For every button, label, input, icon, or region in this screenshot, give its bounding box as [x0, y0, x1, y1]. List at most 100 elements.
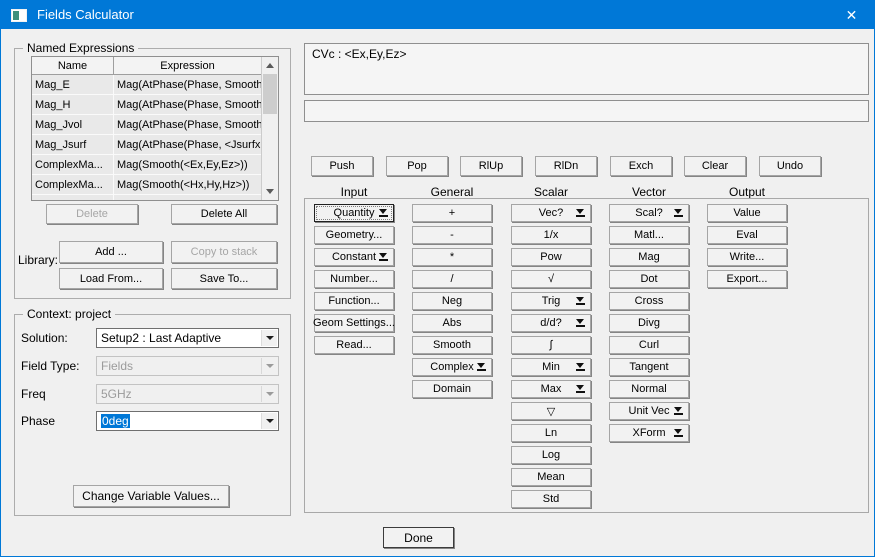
dropdown-icon [477, 363, 486, 371]
write-button[interactable]: Write... [707, 248, 787, 266]
read-button[interactable]: Read... [314, 336, 394, 354]
table-scrollbar[interactable] [261, 57, 278, 200]
constant-button[interactable]: Constant [314, 248, 394, 266]
field-type-label: Field Type: [21, 359, 79, 373]
neg-button[interactable]: Neg [412, 292, 492, 310]
chevron-down-icon[interactable] [261, 413, 277, 429]
table-row[interactable]: Mag_H Mag(AtPhase(Phase, Smooth(<Hx,H... [32, 95, 278, 115]
undo-button[interactable]: Undo [759, 156, 821, 176]
scal-question-button[interactable]: Scal? [609, 204, 689, 222]
named-expressions-label: Named Expressions [23, 41, 138, 55]
ln-button[interactable]: Ln [511, 424, 591, 442]
export-button[interactable]: Export... [707, 270, 787, 288]
eval-button[interactable]: Eval [707, 226, 787, 244]
button-label: ▽ [547, 405, 555, 418]
matl-button[interactable]: Matl... [609, 226, 689, 244]
delete-all-button[interactable]: Delete All [171, 204, 277, 224]
derivative-button[interactable]: d/d? [511, 314, 591, 332]
pop-button[interactable]: Pop [386, 156, 448, 176]
button-label: Ln [545, 427, 557, 439]
smooth-button[interactable]: Smooth [412, 336, 492, 354]
subtract-op-button[interactable]: - [412, 226, 492, 244]
dot-button[interactable]: Dot [609, 270, 689, 288]
vector-column: Scal? Matl... Mag Dot Cross Divg Curl Ta… [609, 204, 689, 446]
button-label: Complex [430, 361, 473, 373]
solution-combobox[interactable]: Setup2 : Last Adaptive [96, 328, 279, 348]
add-button[interactable]: Add ... [59, 241, 163, 263]
value-button[interactable]: Value [707, 204, 787, 222]
phase-value: 0deg [101, 414, 130, 428]
table-row[interactable]: Mag_Jsurf Mag(AtPhase(Phase, <Jsurfx,Jsu… [32, 135, 278, 155]
table-row[interactable]: ComplexMa... Mag(Smooth(<Hx,Hy,Hz>)) [32, 175, 278, 195]
min-button[interactable]: Min [511, 358, 591, 376]
tangent-button[interactable]: Tangent [609, 358, 689, 376]
quantity-button[interactable]: Quantity [314, 204, 394, 222]
close-icon[interactable]: ✕ [829, 1, 874, 29]
table-row[interactable]: Mag_E Mag(AtPhase(Phase, Smooth(<Ex,E... [32, 75, 278, 95]
change-variable-values-button[interactable]: Change Variable Values... [73, 485, 229, 507]
chevron-down-icon[interactable] [261, 330, 277, 346]
stack-display[interactable]: CVc : <Ex,Ey,Ez> [304, 43, 869, 95]
add-op-button[interactable]: + [412, 204, 492, 222]
number-button[interactable]: Number... [314, 270, 394, 288]
button-label: Std [543, 493, 560, 505]
scroll-down-icon[interactable] [262, 184, 278, 199]
std-button[interactable]: Std [511, 490, 591, 508]
table-row[interactable]: ComplexMa... Mag(Smooth(<Ex,Ey,Ez>)) [32, 155, 278, 175]
trig-button[interactable]: Trig [511, 292, 591, 310]
clear-button[interactable]: Clear [684, 156, 746, 176]
button-label: Pow [540, 251, 561, 263]
complex-button[interactable]: Complex [412, 358, 492, 376]
button-label: Geometry... [326, 229, 383, 241]
mag-button[interactable]: Mag [609, 248, 689, 266]
table-row[interactable]: ComplexMa... Mag(Smooth(<JVx,JVy,JVz>)) [32, 195, 278, 201]
field-type-combobox: Fields [96, 356, 279, 376]
cross-button[interactable]: Cross [609, 292, 689, 310]
freq-label: Freq [21, 387, 46, 401]
pow-button[interactable]: Pow [511, 248, 591, 266]
multiply-op-button[interactable]: * [412, 248, 492, 266]
expression-name: ComplexMa... [32, 195, 114, 201]
mean-button[interactable]: Mean [511, 468, 591, 486]
rldn-button[interactable]: RlDn [535, 156, 597, 176]
one-over-x-button[interactable]: 1/x [511, 226, 591, 244]
button-label: Curl [639, 339, 659, 351]
save-to-button[interactable]: Save To... [171, 268, 277, 289]
scalar-column: Vec? 1/x Pow √ Trig d/d? ∫ Min Max [511, 204, 591, 512]
done-button[interactable]: Done [383, 527, 454, 548]
function-button[interactable]: Function... [314, 292, 394, 310]
button-label: Matl... [634, 229, 664, 241]
button-label: √ [548, 273, 554, 285]
exch-button[interactable]: Exch [610, 156, 672, 176]
divide-op-button[interactable]: / [412, 270, 492, 288]
domain-button[interactable]: Domain [412, 380, 492, 398]
log-button[interactable]: Log [511, 446, 591, 464]
rlup-button[interactable]: RlUp [460, 156, 522, 176]
scrollbar-thumb[interactable] [263, 74, 277, 114]
integral-button[interactable]: ∫ [511, 336, 591, 354]
button-label: Scal? [635, 207, 663, 219]
divg-button[interactable]: Divg [609, 314, 689, 332]
xform-button[interactable]: XForm [609, 424, 689, 442]
sqrt-button[interactable]: √ [511, 270, 591, 288]
column-header-expression: Expression [114, 57, 262, 75]
named-expressions-table[interactable]: Name Expression Mag_E Mag(AtPhase(Phase,… [31, 56, 279, 201]
scroll-up-icon[interactable] [262, 58, 278, 73]
geometry-button[interactable]: Geometry... [314, 226, 394, 244]
nabla-button[interactable]: ▽ [511, 402, 591, 420]
vec-question-button[interactable]: Vec? [511, 204, 591, 222]
app-icon [11, 9, 27, 22]
push-button[interactable]: Push [311, 156, 373, 176]
expression-text: Mag(AtPhase(Phase, Smooth(<Hx,H... [114, 95, 262, 115]
abs-button[interactable]: Abs [412, 314, 492, 332]
context-group-label: Context: project [23, 307, 115, 321]
max-button[interactable]: Max [511, 380, 591, 398]
geom-settings-button[interactable]: Geom Settings... [314, 314, 394, 332]
stack-secondary-display[interactable] [304, 100, 869, 122]
unit-vec-button[interactable]: Unit Vec [609, 402, 689, 420]
curl-button[interactable]: Curl [609, 336, 689, 354]
normal-button[interactable]: Normal [609, 380, 689, 398]
phase-combobox[interactable]: 0deg [96, 411, 279, 431]
table-row[interactable]: Mag_Jvol Mag(AtPhase(Phase, Smooth(<JVx,… [32, 115, 278, 135]
load-from-button[interactable]: Load From... [59, 268, 163, 289]
